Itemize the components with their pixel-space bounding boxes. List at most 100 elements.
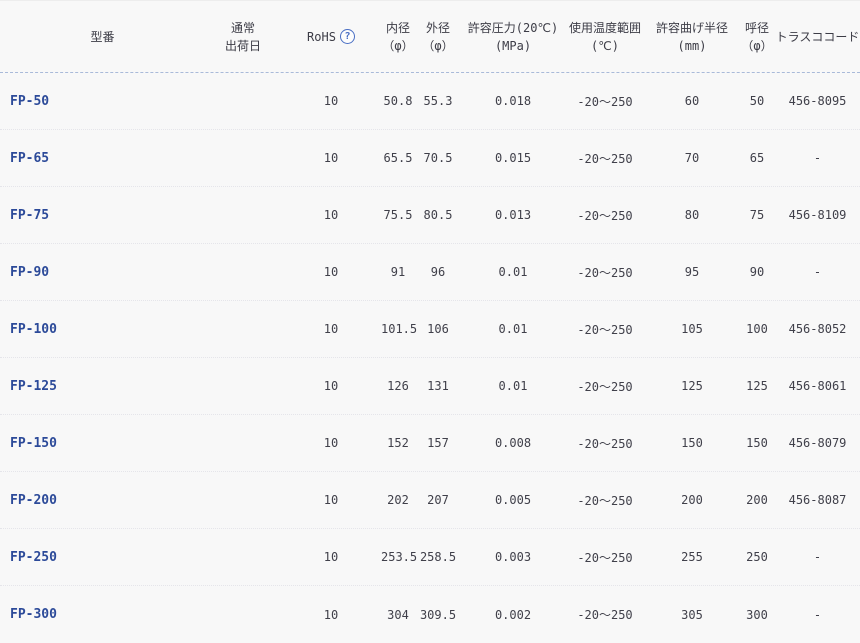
- model-link[interactable]: FP-75: [0, 208, 205, 223]
- cell-inner: 101.5: [381, 322, 415, 336]
- column-header-label: 許容曲げ半径: [656, 19, 728, 37]
- cell-bend: 95: [645, 265, 739, 279]
- cell-trusco: 456-8087: [775, 493, 860, 507]
- cell-trusco: 456-8061: [775, 379, 860, 393]
- table-header-row: 型番 通常 出荷日 RoHS ? 内径 （φ） 外径 （φ） 許容圧力(20℃)…: [0, 1, 860, 73]
- model-link[interactable]: FP-300: [0, 607, 205, 622]
- cell-bend: 125: [645, 379, 739, 393]
- column-header-rohs: RoHS ?: [281, 1, 381, 72]
- column-header-allowable-pressure: 許容圧力(20℃) (MPa): [461, 1, 565, 72]
- model-link[interactable]: FP-250: [0, 550, 205, 565]
- cell-nominal: 100: [739, 322, 775, 336]
- cell-nominal: 250: [739, 550, 775, 564]
- cell-inner: 50.8: [381, 94, 415, 108]
- column-header-label: 内径: [386, 19, 410, 37]
- model-link[interactable]: FP-100: [0, 322, 205, 337]
- cell-bend: 200: [645, 493, 739, 507]
- column-header-label: 使用温度範囲: [569, 19, 641, 37]
- cell-temp: -20〜250: [565, 549, 645, 566]
- column-header-label: トラスココード: [776, 28, 860, 46]
- cell-temp: -20〜250: [565, 492, 645, 509]
- table-row: FP-751075.580.50.013-20〜2508075456-8109: [0, 187, 860, 244]
- cell-outer: 55.3: [415, 94, 461, 108]
- cell-pressure: 0.01: [461, 322, 565, 336]
- cell-inner: 75.5: [381, 208, 415, 222]
- cell-temp: -20〜250: [565, 93, 645, 110]
- product-spec-table: 型番 通常 出荷日 RoHS ? 内径 （φ） 外径 （φ） 許容圧力(20℃)…: [0, 0, 860, 642]
- cell-trusco: 456-8109: [775, 208, 860, 222]
- cell-pressure: 0.002: [461, 608, 565, 622]
- cell-pressure: 0.005: [461, 493, 565, 507]
- cell-pressure: 0.003: [461, 550, 565, 564]
- cell-nominal: 75: [739, 208, 775, 222]
- cell-outer: 106: [415, 322, 461, 336]
- column-header-trusco-code: トラスココード: [775, 1, 860, 72]
- table-row: FP-200102022070.005-20〜250200200456-8087: [0, 472, 860, 529]
- cell-inner: 253.5: [381, 550, 415, 564]
- column-header-inner-diameter: 内径 （φ）: [381, 1, 415, 72]
- table-row: FP-50 1050.855.30.018-20〜2506050456-8095: [0, 73, 860, 130]
- cell-inner: 304: [381, 608, 415, 622]
- column-header-label: RoHS: [307, 28, 336, 46]
- cell-nominal: 150: [739, 436, 775, 450]
- cell-rohs: 10: [281, 550, 381, 564]
- model-link[interactable]: FP-200: [0, 493, 205, 508]
- column-header-nominal-diameter: 呼径 （φ）: [739, 1, 775, 72]
- cell-bend: 80: [645, 208, 739, 222]
- cell-pressure: 0.01: [461, 379, 565, 393]
- cell-pressure: 0.018: [461, 94, 565, 108]
- cell-temp: -20〜250: [565, 378, 645, 395]
- cell-inner: 152: [381, 436, 415, 450]
- cell-outer: 80.5: [415, 208, 461, 222]
- table-body: FP-501050.855.30.018-20〜2506050456-8095F…: [0, 73, 860, 643]
- cell-rohs: 10: [281, 94, 381, 108]
- cell-inner: 202: [381, 493, 415, 507]
- table-row: FP-150101521570.008-20〜250150150456-8079: [0, 415, 860, 472]
- cell-rohs: 10: [281, 151, 381, 165]
- cell-trusco: 456-8095: [775, 94, 860, 108]
- cell-outer: 131: [415, 379, 461, 393]
- cell-outer: 96: [415, 265, 461, 279]
- cell-trusco: -: [775, 608, 860, 622]
- cell-rohs: 10: [281, 322, 381, 336]
- cell-trusco: -: [775, 151, 860, 165]
- cell-nominal: 65: [739, 151, 775, 165]
- cell-rohs: 10: [281, 493, 381, 507]
- rohs-help-icon[interactable]: ?: [340, 29, 355, 44]
- model-link[interactable]: FP-90: [0, 265, 205, 280]
- table-row: FP-65 1065.570.50.015-20〜2507065-: [0, 130, 860, 187]
- cell-trusco: 456-8079: [775, 436, 860, 450]
- cell-outer: 207: [415, 493, 461, 507]
- model-link[interactable]: FP-125: [0, 379, 205, 394]
- cell-outer: 258.5: [415, 550, 461, 564]
- cell-rohs: 10: [281, 265, 381, 279]
- cell-bend: 70: [645, 151, 739, 165]
- cell-pressure: 0.015: [461, 151, 565, 165]
- cell-trusco: -: [775, 550, 860, 564]
- model-link[interactable]: FP-65: [0, 151, 205, 166]
- table-row: FP-10010101.51060.01-20〜250105100456-805…: [0, 301, 860, 358]
- cell-nominal: 90: [739, 265, 775, 279]
- cell-temp: -20〜250: [565, 150, 645, 167]
- column-header-outer-diameter: 外径 （φ）: [415, 1, 461, 72]
- cell-bend: 60: [645, 94, 739, 108]
- cell-bend: 255: [645, 550, 739, 564]
- cell-inner: 91: [381, 265, 415, 279]
- cell-temp: -20〜250: [565, 264, 645, 281]
- cell-inner: 65.5: [381, 151, 415, 165]
- column-header-temperature-range: 使用温度範囲 (℃): [565, 1, 645, 72]
- cell-nominal: 200: [739, 493, 775, 507]
- cell-rohs: 10: [281, 436, 381, 450]
- table-row: FP-901091960.01-20〜2509590-: [0, 244, 860, 301]
- cell-pressure: 0.008: [461, 436, 565, 450]
- cell-nominal: 50: [739, 94, 775, 108]
- model-link[interactable]: FP-50: [0, 94, 205, 109]
- column-header-label: 外径: [426, 19, 450, 37]
- model-link[interactable]: FP-150: [0, 436, 205, 451]
- cell-pressure: 0.013: [461, 208, 565, 222]
- cell-temp: -20〜250: [565, 606, 645, 623]
- table-row: FP-30010304309.50.002-20〜250305300-: [0, 586, 860, 643]
- cell-nominal: 125: [739, 379, 775, 393]
- cell-rohs: 10: [281, 208, 381, 222]
- cell-outer: 70.5: [415, 151, 461, 165]
